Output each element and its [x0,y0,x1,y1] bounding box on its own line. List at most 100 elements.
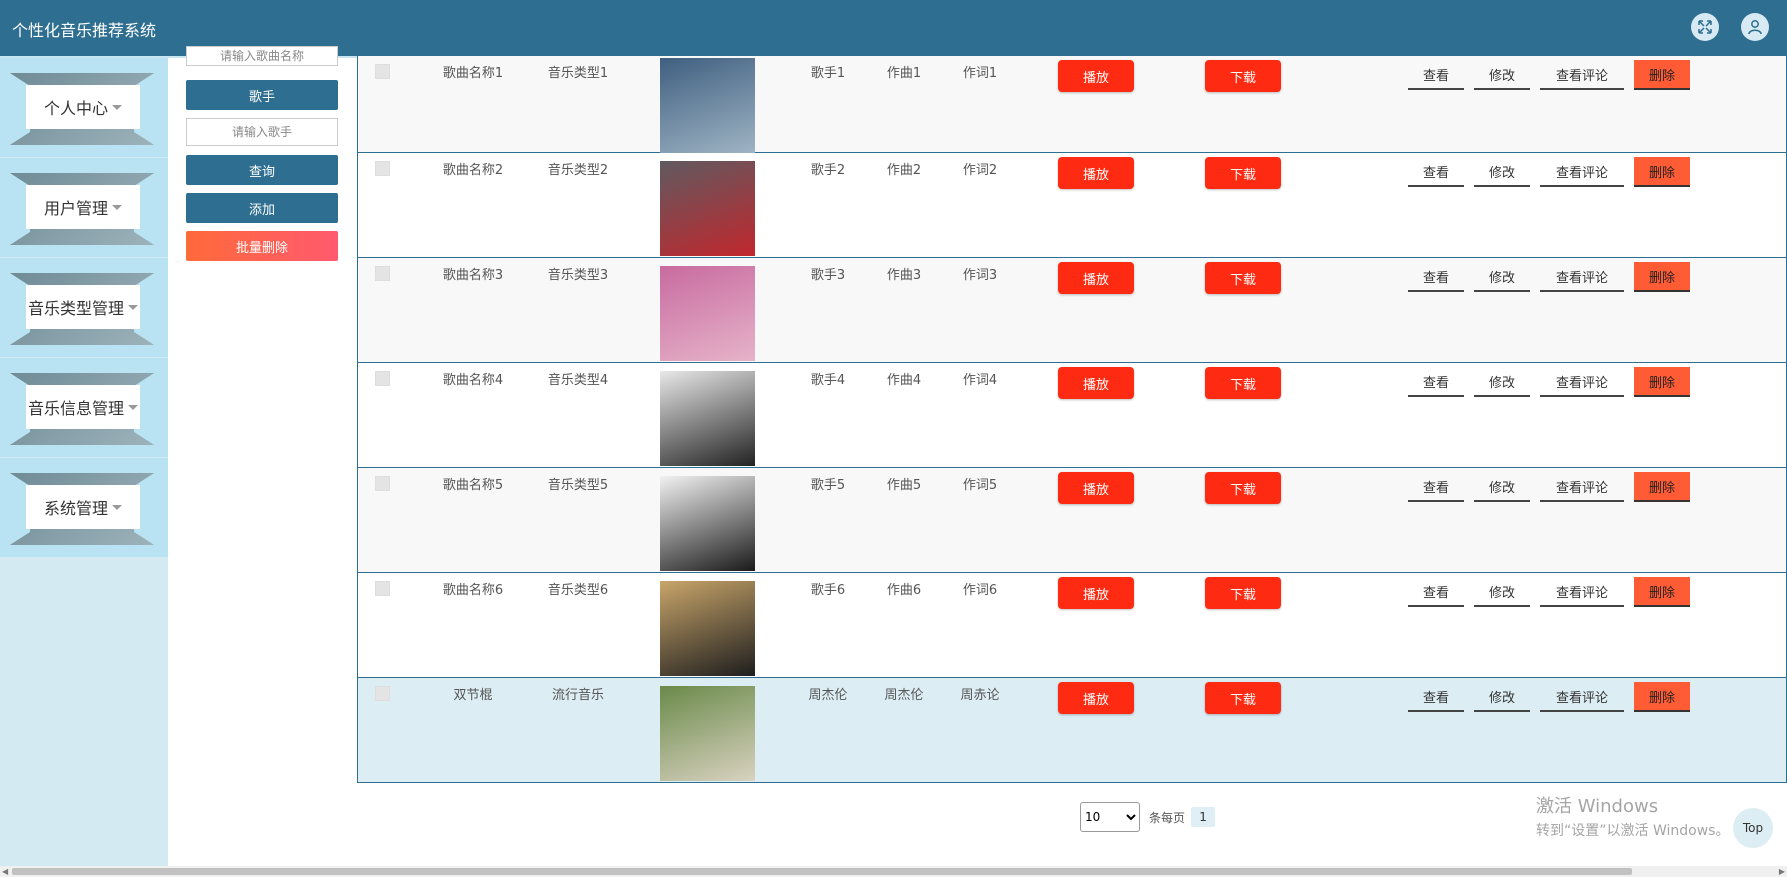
sidebar-item-music-info-management[interactable]: 音乐信息管理 [0,358,168,457]
album-cover-image [660,161,755,256]
scroll-left-icon[interactable]: ◀ [2,866,8,877]
delete-button[interactable]: 删除 [1634,472,1690,502]
sidebar-button[interactable]: 音乐信息管理 [26,385,140,429]
view-button[interactable]: 查看 [1408,472,1464,502]
sidebar-item-label: 系统管理 [43,499,108,518]
row-checkbox[interactable] [375,161,390,176]
download-button[interactable]: 下载 [1205,262,1281,294]
delete-button[interactable]: 删除 [1634,60,1690,90]
sidebar-button[interactable]: 音乐类型管理 [26,285,140,329]
singer-cell: 歌手6 [810,583,846,598]
singer-cell: 歌手5 [810,478,846,493]
row-checkbox[interactable] [375,581,390,596]
download-button[interactable]: 下载 [1205,60,1281,92]
user-icon [1748,20,1762,35]
music-type-cell: 音乐类型6 [547,583,609,598]
delete-button[interactable]: 删除 [1634,367,1690,397]
per-page-label: 条每页 [1149,810,1186,825]
query-button[interactable]: 查询 [186,155,338,185]
composer-cell: 周杰伦 [884,688,924,703]
caret-down-icon [128,404,138,410]
singer-input[interactable]: 请输入歌手 [186,118,338,146]
album-cover-image [660,58,755,153]
row-checkbox[interactable] [375,686,390,701]
add-button[interactable]: 添加 [186,193,338,223]
page-size-select[interactable]: 102050 [1080,802,1140,832]
watermark-line-2: 转到“设置”以激活 Windows。 [1536,823,1730,839]
play-button[interactable]: 播放 [1058,60,1134,92]
view-button[interactable]: 查看 [1408,367,1464,397]
table-row: 双节棍 流行音乐 周杰伦 周杰伦 周赤论 播放 下载 查看 修改 查看评论 删除 [357,678,1787,783]
download-button[interactable]: 下载 [1205,472,1281,504]
row-checkbox[interactable] [375,266,390,281]
play-button[interactable]: 播放 [1058,682,1134,714]
play-button[interactable]: 播放 [1058,157,1134,189]
scroll-right-icon[interactable]: ▶ [1779,866,1785,877]
delete-button[interactable]: 删除 [1634,682,1690,712]
edit-button[interactable]: 修改 [1474,60,1530,90]
sidebar-button[interactable]: 个人中心 [26,85,140,129]
edit-button[interactable]: 修改 [1474,472,1530,502]
delete-button[interactable]: 删除 [1634,157,1690,187]
edit-button[interactable]: 修改 [1474,367,1530,397]
composer-cell: 作曲3 [886,268,922,283]
download-button[interactable]: 下载 [1205,367,1281,399]
edit-button[interactable]: 修改 [1474,682,1530,712]
edit-button[interactable]: 修改 [1474,157,1530,187]
download-button[interactable]: 下载 [1205,157,1281,189]
view-button[interactable]: 查看 [1408,157,1464,187]
batch-delete-button[interactable]: 批量删除 [186,231,338,261]
fullscreen-button[interactable] [1691,13,1719,41]
scrollbar-thumb[interactable] [12,868,1632,875]
horizontal-scrollbar[interactable]: ◀ ▶ [0,866,1787,877]
play-button[interactable]: 播放 [1058,367,1134,399]
sidebar-button[interactable]: 系统管理 [26,485,140,529]
download-button[interactable]: 下载 [1205,577,1281,609]
play-button[interactable]: 播放 [1058,262,1134,294]
view-comments-button[interactable]: 查看评论 [1540,367,1624,397]
sidebar-item-music-type-management[interactable]: 音乐类型管理 [0,258,168,357]
user-button[interactable] [1741,13,1769,41]
row-checkbox[interactable] [375,64,390,79]
lyricist-cell: 作词2 [962,163,998,178]
delete-button[interactable]: 删除 [1634,262,1690,292]
view-button[interactable]: 查看 [1408,577,1464,607]
download-button[interactable]: 下载 [1205,682,1281,714]
view-comments-button[interactable]: 查看评论 [1540,682,1624,712]
view-button[interactable]: 查看 [1408,60,1464,90]
singer-cell: 周杰伦 [808,688,848,703]
caret-down-icon [112,204,122,210]
sidebar-item-system-management[interactable]: 系统管理 [0,458,168,557]
view-button[interactable]: 查看 [1408,262,1464,292]
view-comments-button[interactable]: 查看评论 [1540,262,1624,292]
song-name-input[interactable]: 请输入歌曲名称 [186,46,338,66]
composer-cell: 作曲5 [886,478,922,493]
view-comments-button[interactable]: 查看评论 [1540,472,1624,502]
row-checkbox[interactable] [375,476,390,491]
composer-cell: 作曲2 [886,163,922,178]
lyricist-cell: 作词4 [962,373,998,388]
sidebar-item-label: 用户管理 [43,199,108,218]
pagination: 102050 条每页 1 [1080,802,1216,832]
album-cover-image [660,686,755,781]
caret-down-icon [112,504,122,510]
page-number-button[interactable]: 1 [1191,807,1216,827]
view-comments-button[interactable]: 查看评论 [1540,577,1624,607]
view-button[interactable]: 查看 [1408,682,1464,712]
play-button[interactable]: 播放 [1058,577,1134,609]
play-button[interactable]: 播放 [1058,472,1134,504]
sidebar-item-personal-center[interactable]: 个人中心 [0,58,168,157]
fullscreen-icon [1698,20,1712,34]
delete-button[interactable]: 删除 [1634,577,1690,607]
edit-button[interactable]: 修改 [1474,262,1530,292]
table-row: 歌曲名称4 音乐类型4 歌手4 作曲4 作词4 播放 下载 查看 修改 查看评论… [357,363,1787,468]
view-comments-button[interactable]: 查看评论 [1540,60,1624,90]
row-checkbox[interactable] [375,371,390,386]
sidebar-button[interactable]: 用户管理 [26,185,140,229]
edit-button[interactable]: 修改 [1474,577,1530,607]
view-comments-button[interactable]: 查看评论 [1540,157,1624,187]
sidebar-item-user-management[interactable]: 用户管理 [0,158,168,257]
back-to-top-button[interactable]: Top [1733,808,1773,848]
album-cover-image [660,581,755,676]
table-row: 歌曲名称2 音乐类型2 歌手2 作曲2 作词2 播放 下载 查看 修改 查看评论… [357,153,1787,258]
